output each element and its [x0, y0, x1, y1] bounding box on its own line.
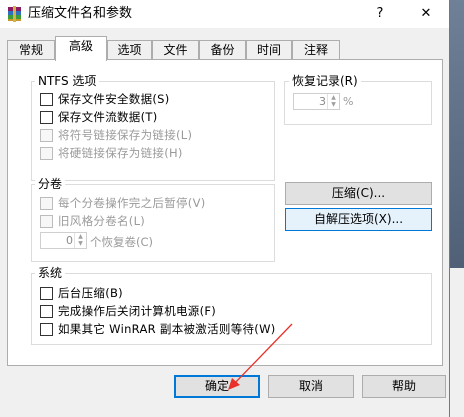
checkbox-box [40, 214, 53, 228]
save-streams-checkbox[interactable]: 保存文件流数据(T) [40, 109, 158, 125]
checkbox-box [40, 92, 53, 106]
pause-after-volume-checkbox[interactable]: 每个分卷操作完之后暂停(V) [40, 195, 206, 211]
recovery-volumes-stepper[interactable]: 0 ▲ ▼ [40, 232, 87, 249]
window-title: 压缩文件名和参数 [28, 6, 133, 21]
sfx-options-button[interactable]: 自解压选项(X)... [285, 208, 432, 231]
checkbox-box [40, 196, 53, 210]
checkbox-label: 保存文件流数据(T) [58, 110, 158, 124]
stepper-arrows-icon[interactable]: ▲ ▼ [74, 233, 86, 248]
tab-comment[interactable]: 注释 [292, 40, 340, 60]
background-window-edge [450, 268, 464, 417]
checkbox-label: 后台压缩(B) [58, 286, 123, 300]
checkbox-box [40, 110, 53, 124]
checkbox-box [40, 146, 53, 160]
recovery-volumes-label: 个恢复卷(C) [90, 235, 154, 249]
checkbox-box [40, 286, 53, 300]
recovery-record-label: 恢复记录(R) [289, 74, 361, 88]
checkbox-box [40, 128, 53, 142]
save-security-checkbox[interactable]: 保存文件安全数据(S) [40, 91, 170, 107]
checkbox-box [40, 304, 53, 318]
tab-general[interactable]: 常规 [7, 40, 55, 60]
tab-time[interactable]: 时间 [246, 40, 292, 60]
help-button[interactable]: 帮助 [362, 375, 446, 398]
hardlinks-as-links-checkbox[interactable]: 将硬链接保存为链接(H) [40, 145, 183, 161]
title-bar[interactable]: 压缩文件名和参数 ? ✕ [0, 0, 449, 28]
system-label: 系统 [35, 266, 66, 280]
checkbox-label: 将符号链接保存为链接(L) [58, 128, 193, 142]
ntfs-options-label: NTFS 选项 [35, 74, 100, 88]
stepper-arrows-icon[interactable]: ▲ ▼ [327, 94, 339, 109]
old-style-volume-names-checkbox[interactable]: 旧风格分卷名(L) [40, 213, 145, 229]
close-icon[interactable]: ✕ [403, 0, 449, 28]
tab-backup[interactable]: 备份 [199, 40, 246, 60]
annotation-arrow-icon [228, 323, 293, 390]
checkbox-label: 完成操作后关闭计算机电源(F) [58, 304, 217, 318]
checkbox-box [40, 322, 53, 336]
checkbox-label: 每个分卷操作完之后暂停(V) [58, 196, 206, 210]
tab-advanced[interactable]: 高级 [55, 36, 107, 61]
shutdown-when-done-checkbox[interactable]: 完成操作后关闭计算机电源(F) [40, 303, 216, 319]
recovery-percent-stepper[interactable]: 3 ▲ ▼ [293, 93, 340, 110]
compression-settings-button[interactable]: 压缩(C)... [285, 182, 432, 205]
checkbox-label: 将硬链接保存为链接(H) [58, 146, 183, 160]
tab-options[interactable]: 选项 [107, 40, 152, 60]
background-archiving-checkbox[interactable]: 后台压缩(B) [40, 285, 123, 301]
symlinks-as-links-checkbox[interactable]: 将符号链接保存为链接(L) [40, 127, 192, 143]
stepper-value: 0 [66, 234, 73, 247]
help-icon[interactable]: ? [357, 0, 403, 28]
checkbox-label: 保存文件安全数据(S) [58, 92, 170, 106]
tab-files[interactable]: 文件 [152, 40, 199, 60]
winrar-app-icon [8, 6, 21, 22]
stepper-value: 3 [319, 95, 326, 108]
checkbox-label: 旧风格分卷名(L) [58, 214, 146, 228]
volumes-label: 分卷 [35, 177, 66, 191]
percent-unit: % [343, 95, 354, 108]
